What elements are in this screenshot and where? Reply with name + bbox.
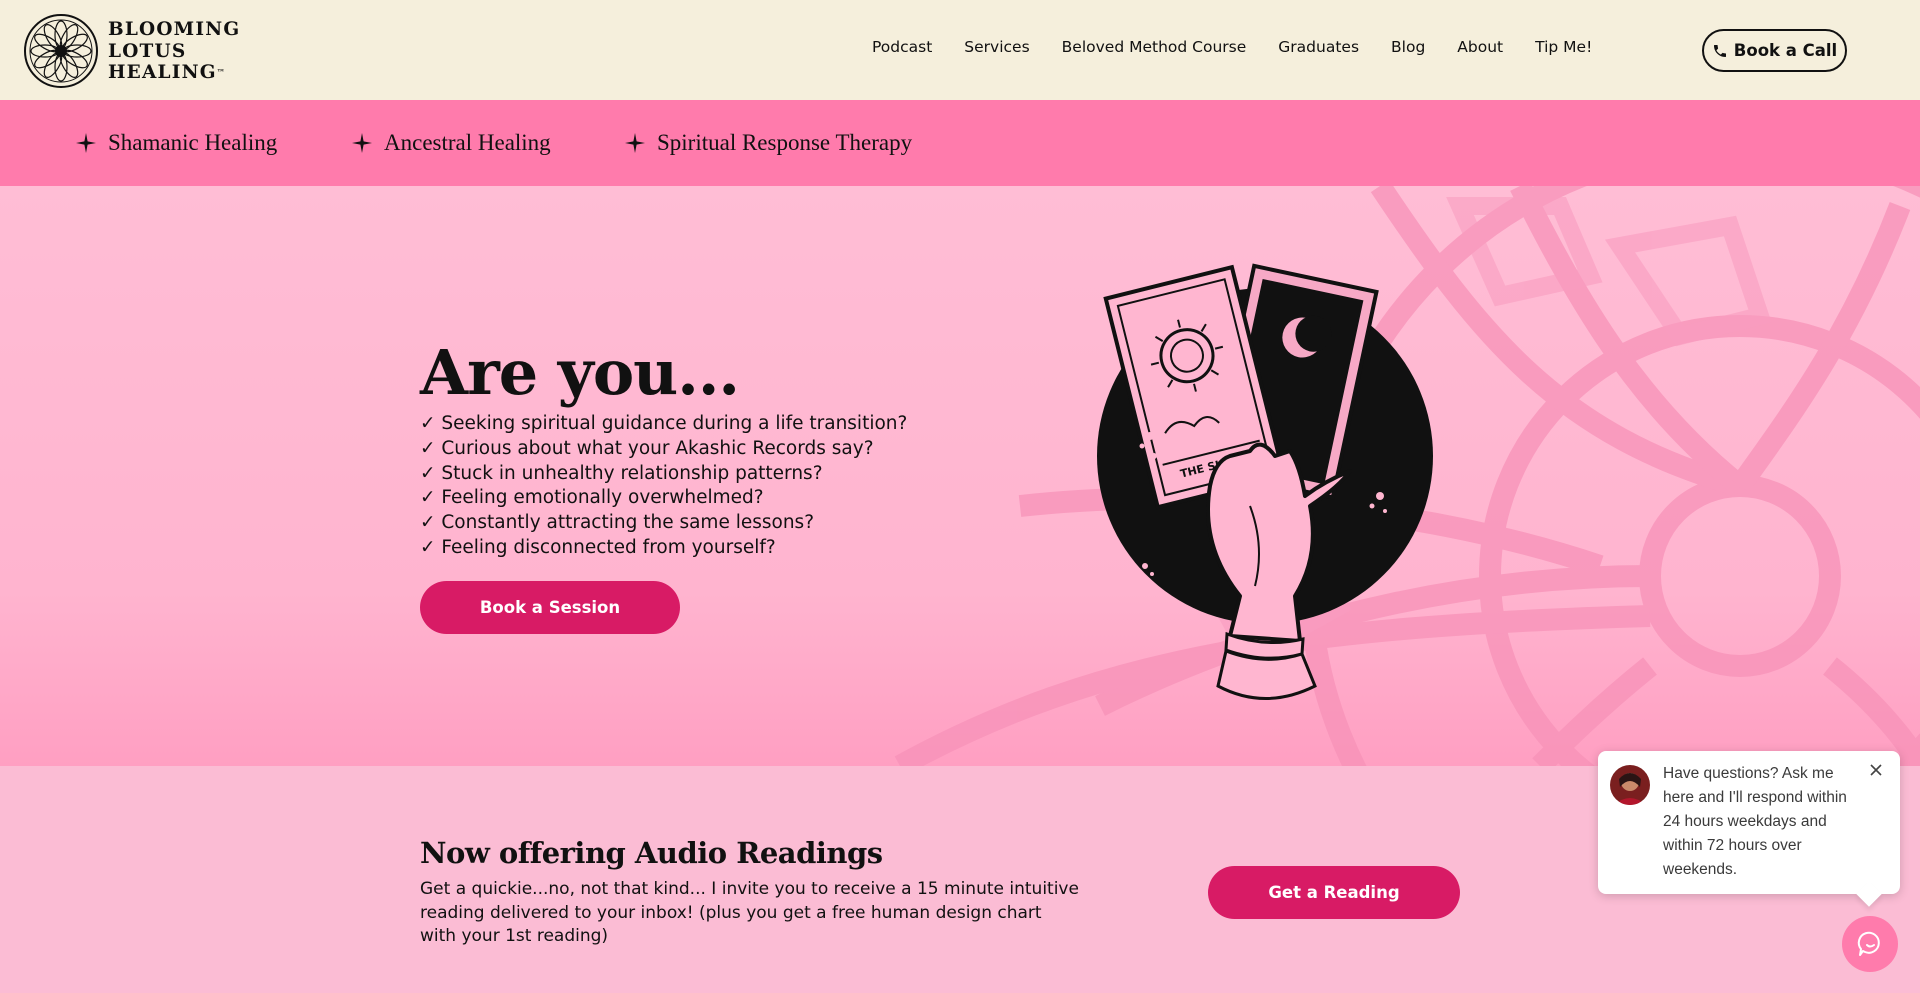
brand-name[interactable]: BLOOMING LOTUS HEALING™ xyxy=(108,19,240,84)
services-strip: Shamanic Healing Ancestral Healing Spiri… xyxy=(0,100,1920,186)
nav-podcast[interactable]: Podcast xyxy=(872,38,932,56)
nav-tip-me[interactable]: Tip Me! xyxy=(1535,38,1592,56)
brand-line-2: LOTUS xyxy=(108,40,187,62)
audio-readings-description: Get a quickie...no, not that kind... I i… xyxy=(420,879,1079,946)
mandala-background-pattern xyxy=(894,186,1920,766)
chat-launcher-button[interactable] xyxy=(1842,916,1898,972)
strip-item-spiritual-response-therapy[interactable]: Spiritual Response Therapy xyxy=(625,130,912,156)
checklist-item: ✓ Feeling emotionally overwhelmed? xyxy=(420,487,764,509)
nav-about[interactable]: About xyxy=(1457,38,1503,56)
checklist-item: ✓ Constantly attracting the same lessons… xyxy=(420,512,815,534)
sparkle-icon xyxy=(76,133,96,153)
hero-section: Are you... ✓ Seeking spiritual guidance … xyxy=(0,186,1920,766)
sparkle-icon xyxy=(625,133,645,153)
book-a-session-button[interactable]: Book a Session xyxy=(420,581,680,634)
hero-checklist: ✓ Seeking spiritual guidance during a li… xyxy=(420,412,907,561)
checklist-item: ✓ Stuck in unhealthy relationship patter… xyxy=(420,462,823,484)
audio-readings-title: Now offering Audio Readings xyxy=(420,836,883,870)
book-a-call-button[interactable]: Book a Call xyxy=(1702,29,1847,72)
close-icon[interactable] xyxy=(1869,763,1883,777)
chat-popup[interactable]: Have questions? Ask me here and I'll res… xyxy=(1598,751,1900,894)
strip-item-label: Ancestral Healing xyxy=(384,130,551,155)
phone-icon xyxy=(1713,44,1726,57)
chat-message: Have questions? Ask me here and I'll res… xyxy=(1663,765,1847,878)
nav-blog[interactable]: Blog xyxy=(1391,38,1425,56)
lotus-mandala-logo[interactable] xyxy=(23,13,99,89)
strip-item-shamanic-healing[interactable]: Shamanic Healing xyxy=(76,130,277,156)
book-a-call-label: Book a Call xyxy=(1733,41,1838,60)
avatar xyxy=(1610,765,1650,805)
nav-graduates[interactable]: Graduates xyxy=(1278,38,1359,56)
site-header: BLOOMING LOTUS HEALING™ Podcast Services… xyxy=(0,0,1920,100)
strip-item-ancestral-healing[interactable]: Ancestral Healing xyxy=(352,130,551,156)
main-nav: Podcast Services Beloved Method Course G… xyxy=(872,38,1624,56)
checklist-item: ✓ Seeking spiritual guidance during a li… xyxy=(420,413,908,434)
chat-bubble-icon xyxy=(1857,931,1880,956)
tarot-hand-illustration: N THE SU xyxy=(1097,263,1433,700)
hero-title: Are you... xyxy=(420,336,740,409)
brand-line-3: HEALING™ xyxy=(108,62,226,83)
checklist-item: ✓ Feeling disconnected from yourself? xyxy=(420,536,776,558)
strip-item-label: Shamanic Healing xyxy=(108,130,278,155)
nav-services[interactable]: Services xyxy=(964,38,1029,56)
checklist-item: ✓ Curious about what your Akashic Record… xyxy=(420,437,874,459)
strip-item-label: Spiritual Response Therapy xyxy=(657,130,913,155)
get-a-reading-button[interactable]: Get a Reading xyxy=(1208,866,1460,919)
sparkle-icon xyxy=(352,133,372,153)
brand-line-1: BLOOMING xyxy=(108,19,241,40)
nav-beloved-method-course[interactable]: Beloved Method Course xyxy=(1062,38,1247,56)
